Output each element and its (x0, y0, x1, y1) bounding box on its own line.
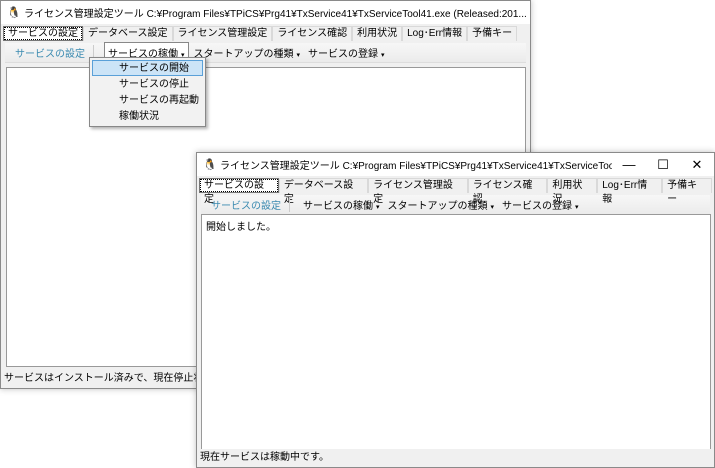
window-title: ライセンス管理設定ツール C:¥Program Files¥TPiCS¥Prg4… (220, 161, 612, 172)
toolbar: サービスの設定 サービスの稼働 ▾ スタートアップの種類 ▾ サービスの登録 ▾ (5, 42, 526, 63)
chevron-down-icon: ▾ (490, 204, 495, 211)
tab-service-settings[interactable]: サービスの設定 (199, 178, 279, 205)
title-bar[interactable]: 🐧 ライセンス管理設定ツール C:¥Program Files¥TPiCS¥Pr… (197, 153, 714, 176)
app-icon: 🐧 (7, 6, 21, 19)
toolbar-label: サービスの設定 (211, 197, 290, 212)
service-operation-dropdown: サービスの開始 サービスの停止 サービスの再起動 稼働状況 (89, 57, 206, 127)
menu-label: サービスの稼働 (303, 201, 373, 212)
chevron-down-icon: ▾ (381, 52, 385, 59)
tab-service-settings[interactable]: サービスの設定 (3, 26, 83, 41)
tab-license-check[interactable]: ライセンス確認 (272, 26, 353, 41)
menu-item-service-status[interactable]: 稼働状況 (92, 108, 203, 124)
menu-item-stop-service[interactable]: サービスの停止 (92, 76, 203, 92)
tab-database-settings[interactable]: データベース設定 (278, 178, 369, 205)
minimize-button[interactable]: — (612, 153, 646, 176)
tab-license-settings[interactable]: ライセンス管理設定 (368, 178, 468, 205)
tab-log-err[interactable]: Log･Err情報 (402, 26, 468, 41)
menu-label: サービスの登録 (502, 201, 573, 212)
startup-type-menu[interactable]: スタートアップの種類 ▾ (385, 195, 498, 214)
tab-license-check[interactable]: ライセンス確認 (467, 178, 548, 205)
menu-label: スタートアップの種類 (387, 201, 488, 212)
tab-database-settings[interactable]: データベース設定 (83, 26, 173, 41)
service-registration-menu[interactable]: サービスの登録 ▾ (305, 43, 388, 62)
toolbar: サービスの設定 サービスの稼働 ▾ スタートアップの種類 ▾ サービスの登録 ▾ (201, 195, 710, 215)
tab-spare-key[interactable]: 予備キー (467, 26, 518, 41)
maximize-button[interactable]: ☐ (646, 153, 680, 176)
service-registration-menu[interactable]: サービスの登録 ▾ (499, 195, 582, 214)
window-service-tool-2: 🐧 ライセンス管理設定ツール C:¥Program Files¥TPiCS¥Pr… (196, 152, 715, 468)
chevron-down-icon: ▾ (575, 204, 579, 211)
status-bar: 現在サービスは稼動中です。 (197, 449, 714, 467)
menu-label: スタートアップの種類 (193, 49, 294, 60)
app-icon: 🐧 (203, 158, 217, 171)
service-operation-menu[interactable]: サービスの稼働 ▾ (300, 195, 383, 214)
startup-type-menu[interactable]: スタートアップの種類 ▾ (191, 43, 304, 62)
menu-item-restart-service[interactable]: サービスの再起動 (92, 92, 203, 108)
tab-bar: サービスの設定 データベース設定 ライセンス管理設定 ライセンス確認 利用状況 … (199, 178, 712, 205)
tab-license-settings[interactable]: ライセンス管理設定 (172, 26, 273, 41)
tab-spare-key[interactable]: 予備キー (662, 178, 712, 205)
tab-bar: サービスの設定 データベース設定 ライセンス管理設定 ライセンス確認 利用状況 … (3, 26, 528, 41)
menu-label: サービスの登録 (308, 49, 379, 60)
tab-usage[interactable]: 利用状況 (352, 26, 403, 41)
chevron-down-icon: ▾ (296, 52, 301, 59)
toolbar-label: サービスの設定 (15, 45, 94, 60)
log-textarea[interactable]: 開始しました。 (201, 214, 711, 450)
tab-usage[interactable]: 利用状況 (547, 178, 598, 205)
menu-item-start-service[interactable]: サービスの開始 (92, 60, 203, 76)
title-bar[interactable]: 🐧 ライセンス管理設定ツール C:¥Program Files¥TPiCS¥Pr… (1, 1, 530, 24)
chevron-down-icon: ▾ (376, 204, 380, 211)
tab-log-err[interactable]: Log･Err情報 (597, 178, 663, 205)
close-button[interactable]: ✕ (680, 153, 714, 176)
window-title: ライセンス管理設定ツール C:¥Program Files¥TPiCS¥Prg4… (24, 9, 527, 20)
